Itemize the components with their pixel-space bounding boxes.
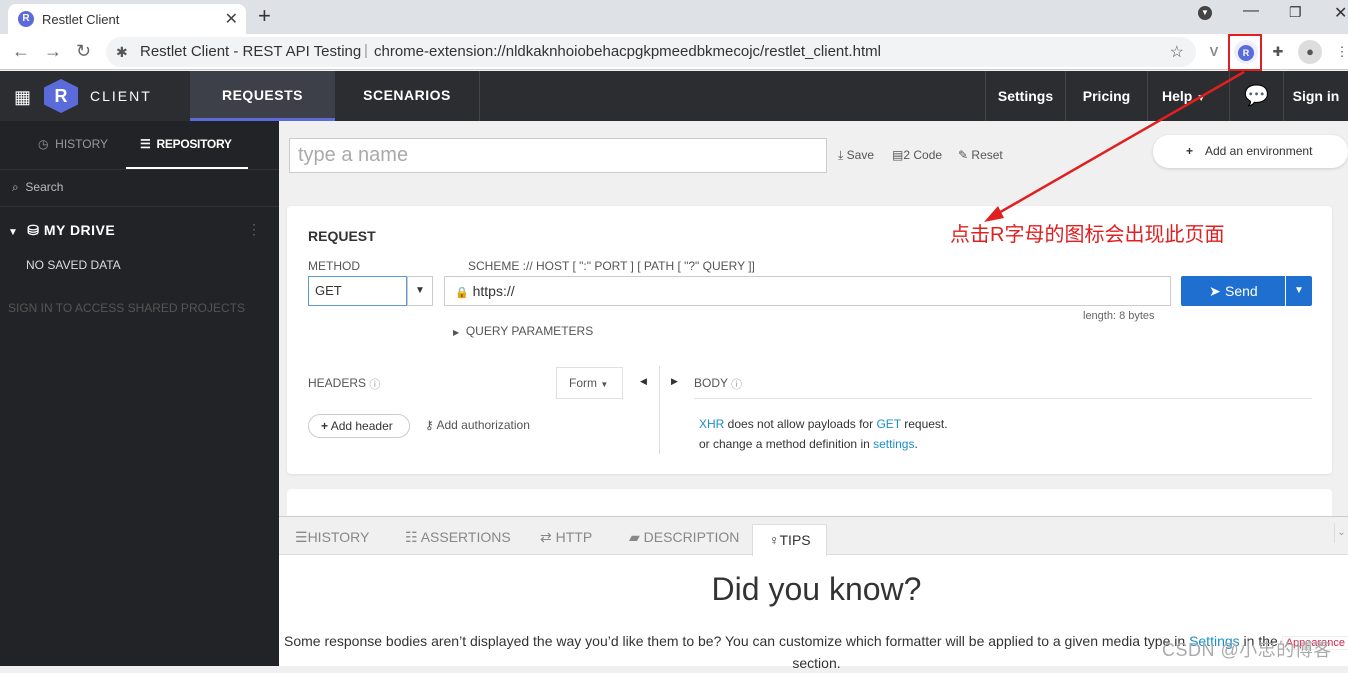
watermark: CSDN @小忠的博客 xyxy=(1162,640,1332,660)
annotation-arrow xyxy=(984,70,1245,222)
annotation-text: 点击R字母的图标会出现此页面 xyxy=(950,224,1225,246)
